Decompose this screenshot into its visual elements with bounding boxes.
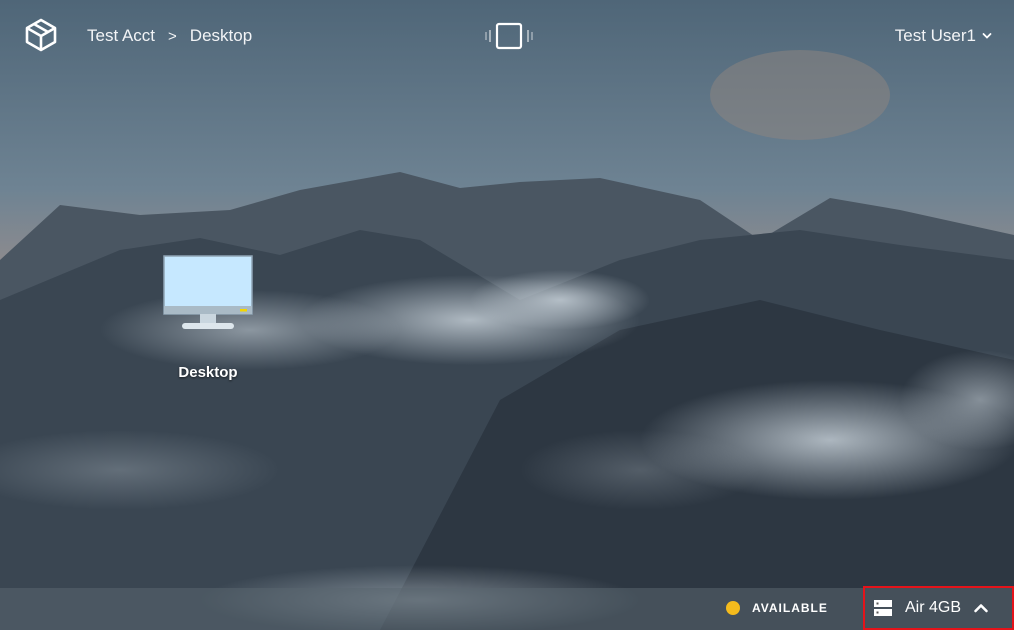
monitor-icon <box>163 255 253 329</box>
plan-selector[interactable]: Air 4GB <box>863 586 1014 630</box>
breadcrumb-separator: > <box>168 27 177 45</box>
plan-label: Air 4GB <box>905 599 962 616</box>
bottom-bar <box>0 588 1014 630</box>
top-bar: Test Acct > Desktop Test User1 <box>0 0 1014 72</box>
mountain-wallpaper <box>0 0 1014 630</box>
status-dot <box>726 601 740 615</box>
desktop-label: Desktop <box>178 364 238 381</box>
chevron-up-icon[interactable] <box>973 600 989 616</box>
cube-logo-icon[interactable] <box>24 18 58 52</box>
breadcrumb-account[interactable]: Test Acct <box>87 26 155 46</box>
view-toggle-icon[interactable] <box>484 22 534 50</box>
status-text: AVAILABLE <box>752 601 828 615</box>
user-menu[interactable]: Test User1 <box>895 26 992 46</box>
status-indicator: AVAILABLE <box>726 601 828 615</box>
desktop-shortcut[interactable]: Desktop <box>158 254 258 381</box>
breadcrumb-current[interactable]: Desktop <box>190 26 252 46</box>
chevron-down-icon <box>982 33 992 39</box>
breadcrumb: Test Acct > Desktop <box>87 26 252 46</box>
user-name: Test User1 <box>894 26 976 45</box>
server-icon <box>874 600 892 616</box>
